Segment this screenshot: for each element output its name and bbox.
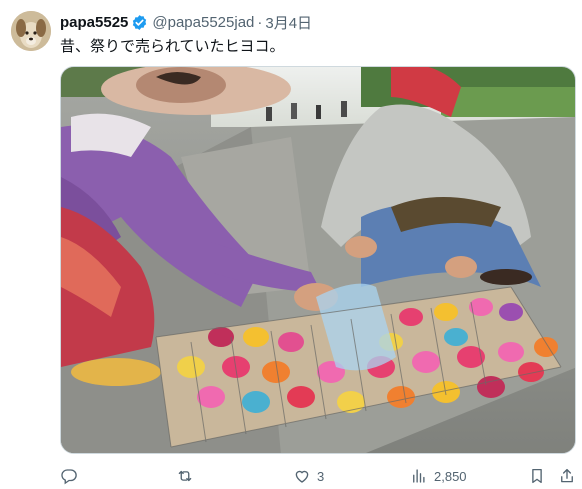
tweet[interactable]: papa5525 @papa5525jad · 3月4日 昔、祭りで売られていた… — [0, 0, 582, 489]
views-icon — [413, 469, 425, 483]
heart-icon — [295, 470, 309, 483]
share-icon — [561, 468, 573, 483]
dog-avatar-icon — [11, 11, 51, 51]
like-button[interactable]: 3 — [293, 466, 324, 486]
tweet-header: papa5525 @papa5525jad · 3月4日 — [60, 12, 312, 32]
share-button[interactable] — [558, 466, 576, 486]
retweet-icon — [178, 470, 192, 482]
tweet-text: 昔、祭りで売られていたヒヨコ。 — [60, 37, 285, 55]
handle[interactable]: @papa5525jad — [152, 14, 254, 31]
bookmark-button[interactable] — [528, 466, 546, 486]
post-date[interactable]: 3月4日 — [265, 12, 312, 33]
avatar[interactable] — [11, 11, 51, 51]
views-count: 2,850 — [434, 468, 467, 484]
colored-chicks-photo-icon — [61, 67, 575, 453]
views-button[interactable]: 2,850 — [410, 466, 467, 486]
retweet-button[interactable] — [176, 466, 200, 486]
display-name[interactable]: papa5525 — [60, 14, 128, 31]
separator-dot: · — [257, 13, 263, 31]
reply-button[interactable] — [60, 466, 84, 486]
reply-icon — [61, 469, 77, 485]
like-count: 3 — [317, 468, 325, 484]
tweet-photo[interactable] — [60, 66, 576, 454]
bookmark-icon — [532, 468, 542, 484]
verified-badge-icon — [133, 14, 147, 30]
action-bar: 3 2,850 — [60, 466, 576, 486]
